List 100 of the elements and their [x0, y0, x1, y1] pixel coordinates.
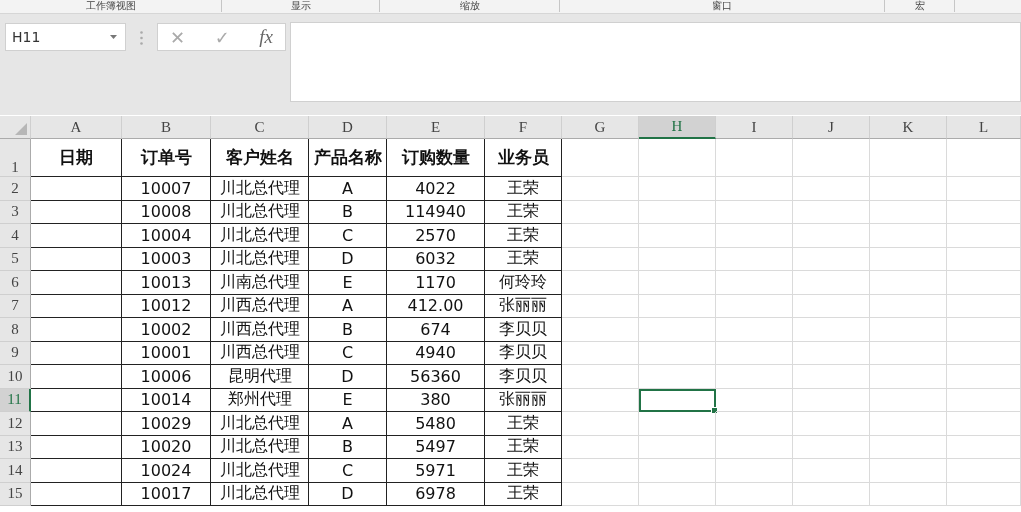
column-header[interactable]: L	[947, 116, 1021, 139]
column-header[interactable]: H	[639, 116, 716, 139]
row-header[interactable]: 1	[0, 139, 31, 177]
table-cell: A	[309, 412, 387, 436]
column-header[interactable]: B	[122, 116, 211, 139]
table-cell: 王荣	[485, 200, 562, 224]
column-header[interactable]: D	[309, 116, 387, 139]
row-header[interactable]: 14	[0, 459, 31, 483]
table-cell: E	[309, 271, 387, 295]
table-cell: 川西总代理	[211, 341, 309, 365]
row-header[interactable]: 8	[0, 318, 31, 342]
row-header[interactable]: 9	[0, 341, 31, 365]
table-cell: C	[309, 459, 387, 483]
table-cell: 1170	[387, 271, 485, 295]
column-title-cell: 产品名称	[309, 139, 387, 177]
column-title-cell: 客户姓名	[211, 139, 309, 177]
table-cell: 10013	[122, 271, 211, 295]
formula-input-field[interactable]	[290, 22, 1021, 102]
table-cell: 5480	[387, 412, 485, 436]
table-cell: 川北总代理	[211, 412, 309, 436]
table-cell: 王荣	[485, 177, 562, 201]
table-cell: B	[309, 435, 387, 459]
fill-handle[interactable]	[711, 407, 718, 414]
row-header[interactable]: 2	[0, 177, 31, 201]
row-header[interactable]: 7	[0, 294, 31, 318]
table-cell: 10012	[122, 294, 211, 318]
row-header[interactable]: 10	[0, 365, 31, 389]
table-cell: 5497	[387, 435, 485, 459]
table-cell: A	[309, 177, 387, 201]
column-title-cell: 订购数量	[387, 139, 485, 177]
table-cell: 6978	[387, 482, 485, 506]
column-header[interactable]: K	[870, 116, 947, 139]
table-cell: 川北总代理	[211, 247, 309, 271]
caret-icon	[110, 35, 117, 39]
ribbon-group-label: 窗口	[712, 0, 732, 12]
row-header[interactable]: 11	[0, 388, 31, 412]
column-header[interactable]: I	[716, 116, 793, 139]
table-cell: 川北总代理	[211, 224, 309, 248]
column-header[interactable]: G	[562, 116, 639, 139]
drag-handle-icon[interactable]	[140, 31, 143, 45]
table-cell: 114940	[387, 200, 485, 224]
table-cell: B	[309, 200, 387, 224]
ribbon-group-label: 工作簿视图	[85, 0, 136, 12]
row-header[interactable]: 3	[0, 200, 31, 224]
row-header[interactable]: 4	[0, 224, 31, 248]
table-cell: 56360	[387, 365, 485, 389]
table-cell: 张丽丽	[485, 388, 562, 412]
table-cell: 郑州代理	[211, 388, 309, 412]
table-cell: D	[309, 365, 387, 389]
table-cell: 张丽丽	[485, 294, 562, 318]
insert-function-button[interactable]: fx	[253, 26, 279, 48]
table-cell: 川南总代理	[211, 271, 309, 295]
table-cell: E	[309, 388, 387, 412]
table-cell: A	[309, 294, 387, 318]
table-cell: 10007	[122, 177, 211, 201]
table-cell: C	[309, 224, 387, 248]
table-cell: 王荣	[485, 224, 562, 248]
table-cell: 10008	[122, 200, 211, 224]
table-cell: 王荣	[485, 435, 562, 459]
column-header[interactable]: A	[31, 116, 122, 139]
table-cell: 674	[387, 318, 485, 342]
table-cell: 昆明代理	[211, 365, 309, 389]
table-cell: 380	[387, 388, 485, 412]
table-cell: 4022	[387, 177, 485, 201]
row-header[interactable]: 15	[0, 482, 31, 506]
column-header[interactable]: J	[793, 116, 870, 139]
table-cell: 川西总代理	[211, 294, 309, 318]
column-header[interactable]: C	[211, 116, 309, 139]
table-cell: 王荣	[485, 247, 562, 271]
table-cell: 10001	[122, 341, 211, 365]
table-cell: 10020	[122, 435, 211, 459]
table-cell: 李贝贝	[485, 365, 562, 389]
table-cell: 川北总代理	[211, 177, 309, 201]
table-cell: 川西总代理	[211, 318, 309, 342]
column-title-cell: 订单号	[122, 139, 211, 177]
ribbon-group-label: 宏	[914, 0, 925, 12]
selected-cell[interactable]	[639, 388, 716, 412]
name-box[interactable]: H11	[5, 23, 126, 51]
column-title-cell: 业务员	[485, 139, 562, 177]
table-cell: 何玲玲	[485, 271, 562, 295]
table-cell: 李贝贝	[485, 341, 562, 365]
column-header[interactable]: E	[387, 116, 485, 139]
table-cell: 10002	[122, 318, 211, 342]
table-cell: 10003	[122, 247, 211, 271]
column-header[interactable]: F	[485, 116, 562, 139]
table-cell: 10006	[122, 365, 211, 389]
table-cell: 10014	[122, 388, 211, 412]
table-cell: 2570	[387, 224, 485, 248]
table-cell: 川北总代理	[211, 200, 309, 224]
table-cell: 川北总代理	[211, 435, 309, 459]
table-cell: D	[309, 247, 387, 271]
row-header[interactable]: 12	[0, 412, 31, 436]
row-header[interactable]: 6	[0, 271, 31, 295]
table-cell: 王荣	[485, 412, 562, 436]
column-title-cell: 日期	[31, 139, 122, 177]
row-header[interactable]: 5	[0, 247, 31, 271]
ribbon-group-label: 显示	[290, 0, 311, 12]
row-header[interactable]: 13	[0, 435, 31, 459]
select-all-button[interactable]	[0, 116, 31, 139]
table-cell: 川北总代理	[211, 482, 309, 506]
